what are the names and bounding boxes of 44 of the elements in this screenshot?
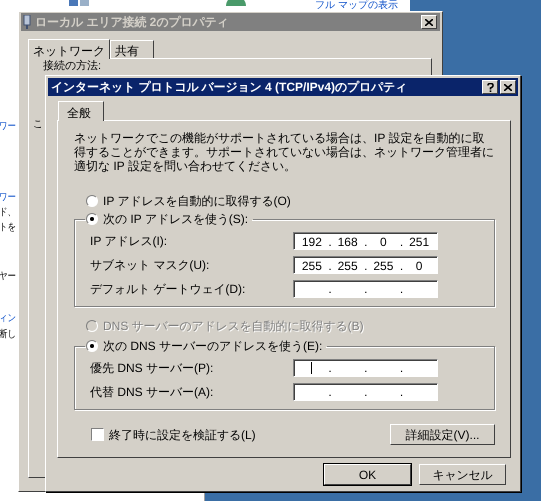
text-fragment: ヤー [0,271,16,283]
window-title: ローカル エリア接続 2のプロパティ [35,14,230,31]
network-adapter-icon [23,15,31,29]
field-label: 優先 DNS サーバー(P): [89,360,214,377]
ip-address-field[interactable]: . . . [293,280,438,298]
radio-label: DNS サーバーのアドレスを自動的に取得する(B) [103,318,364,335]
network-icon [68,0,90,6]
tab[interactable]: 全般 [58,101,104,121]
radio-button[interactable] [86,340,98,352]
ip-address-field[interactable]: . . . [293,383,438,401]
field-label: サブネット マスク(U): [89,257,210,274]
ip-address-field[interactable]: 255 . 255 . 255 . 0 [293,256,438,274]
link-fragment[interactable]: ワー [0,121,16,133]
close-button[interactable] [500,80,516,94]
text-fragment: トを [0,222,16,234]
link-fragment[interactable]: ィン [0,313,16,325]
help-icon [486,82,494,92]
tab[interactable]: ネットワーク [28,39,110,59]
advanced-button[interactable]: 詳細設定(V)... [390,424,495,445]
ip-address-field[interactable]: 192 . 168 . 0 . 251 [293,232,438,250]
window-title: インターネット プロトコル バージョン 4 (TCP/IPv4)のプロパティ [51,79,408,96]
close-icon [504,84,512,90]
section-label: 接続の方法: [43,60,102,72]
checkbox-label: 終了時に設定を検証する(L) [109,426,256,444]
field-label: デフォルト ゲートウェイ(D): [89,281,246,298]
link-fragment[interactable]: ワー [0,192,16,204]
ip-address-field[interactable]: . . . [293,359,438,377]
radio-label: 次の DNS サーバーのアドレスを使う(E): [103,338,322,355]
tab[interactable]: 共有 [110,40,154,58]
ok-button[interactable]: OK [324,464,411,485]
radio-button[interactable] [86,195,98,207]
help-button[interactable] [482,80,498,94]
text-fragment: ド、 [0,207,16,219]
close-button[interactable] [421,15,437,29]
field-label: 代替 DNS サーバー(A): [89,384,214,401]
text-fragment: こ [33,119,43,131]
close-icon [425,18,433,26]
radio-label: 次の IP アドレスを使う(S): [103,211,248,228]
field-label: IP アドレス(I): [89,233,168,250]
radio-button[interactable] [86,213,98,225]
radio-label: IP アドレスを自動的に取得する(O) [103,193,291,210]
description-text: ネットワークでこの機能がサポートされている場合は、IP 設定を自動的に取得することができます。サポートされていない場合は、ネットワーク管理者に適切な IP 設定を問い合わせてください。 [74,131,494,173]
checkbox[interactable] [91,428,104,441]
cancel-button[interactable]: キャンセル [419,464,506,485]
